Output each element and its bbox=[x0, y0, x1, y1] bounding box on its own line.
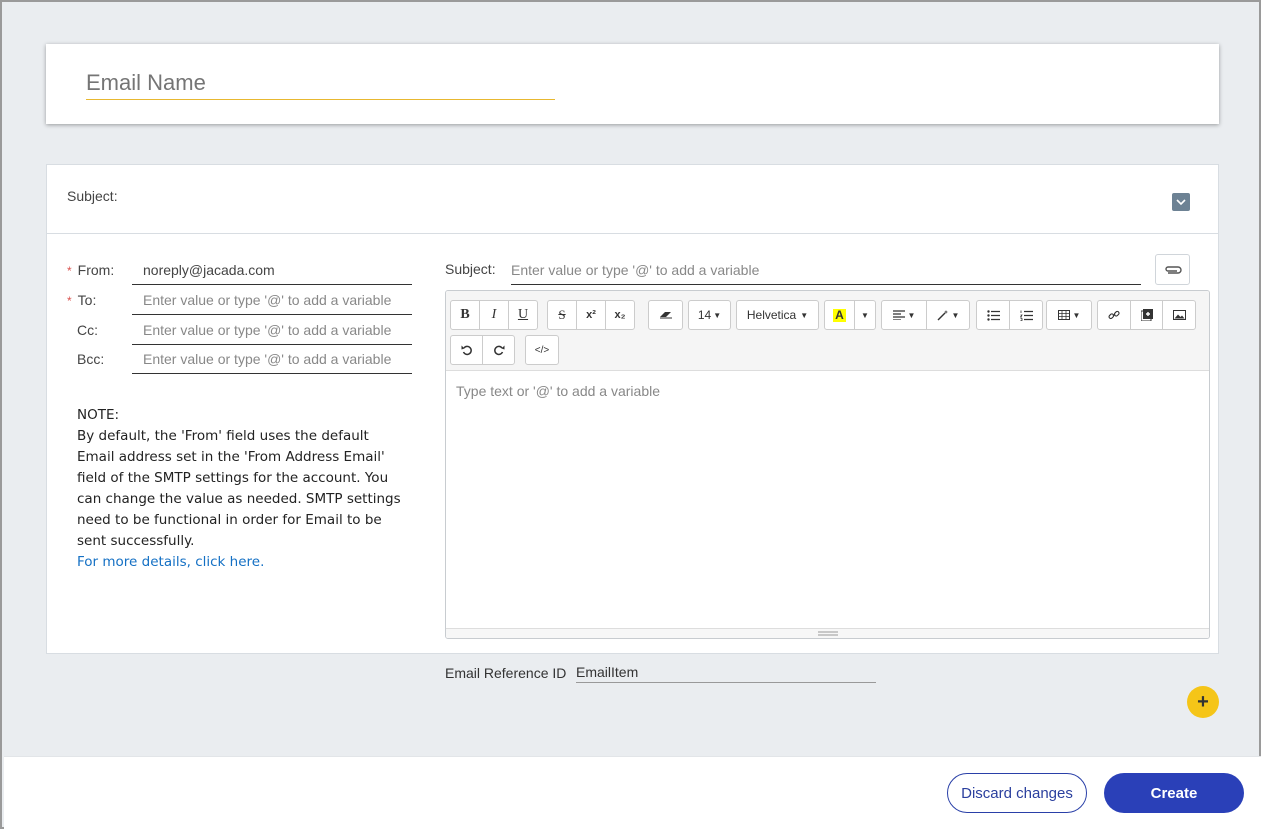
style-dropdown[interactable]: ▼ bbox=[926, 300, 970, 330]
highlight-color-button[interactable]: A bbox=[824, 300, 855, 330]
to-field[interactable] bbox=[132, 285, 412, 315]
reference-id-input[interactable] bbox=[576, 662, 876, 683]
font-size-group: 14 ▼ bbox=[688, 300, 731, 330]
email-editor-card: Subject: *From: *To: Cc: Bcc: NOTE: By d… bbox=[46, 164, 1219, 654]
subscript-button[interactable]: x₂ bbox=[605, 300, 635, 330]
editor-resize-handle[interactable] bbox=[446, 628, 1209, 638]
caret-down-icon: ▼ bbox=[907, 310, 916, 320]
bullet-list-icon bbox=[986, 309, 1000, 321]
cc-field[interactable] bbox=[132, 315, 412, 345]
app-frame: Subject: *From: *To: Cc: Bcc: NOTE: By d… bbox=[0, 0, 1261, 829]
required-marker: * bbox=[67, 294, 72, 308]
caret-down-icon: ▼ bbox=[861, 310, 869, 320]
history-group bbox=[450, 335, 515, 365]
caret-down-icon: ▼ bbox=[800, 310, 809, 320]
font-family-group: Helvetica ▼ bbox=[736, 300, 819, 330]
rich-text-editor: B I U S x² x₂ 14 ▼ Helvetica ▼ A ▼ ▼ ▼ ▼… bbox=[445, 290, 1210, 639]
link-icon bbox=[1108, 310, 1120, 320]
cc-label: Cc: bbox=[77, 322, 98, 338]
font-family-dropdown[interactable]: Helvetica ▼ bbox=[736, 300, 819, 330]
collapse-button[interactable] bbox=[1172, 193, 1190, 211]
code-view-button[interactable]: </> bbox=[525, 335, 559, 365]
table-icon bbox=[1057, 310, 1070, 320]
to-label: * To: bbox=[67, 292, 97, 308]
note-body: By default, the 'From' field uses the de… bbox=[77, 428, 401, 549]
grip-icon bbox=[817, 631, 838, 636]
subject-header-label: Subject: bbox=[67, 188, 118, 204]
from-row: * From: bbox=[67, 255, 412, 285]
insert-media-button[interactable] bbox=[1130, 300, 1163, 330]
bullet-list-button[interactable] bbox=[976, 300, 1010, 330]
email-name-input[interactable] bbox=[86, 66, 555, 100]
add-media-icon bbox=[1140, 309, 1153, 321]
table-dropdown[interactable]: ▼ bbox=[1046, 300, 1092, 330]
magic-wand-icon bbox=[937, 310, 948, 321]
note-title: NOTE: bbox=[77, 407, 120, 423]
insert-group bbox=[1097, 300, 1196, 330]
font-style-group: B I U bbox=[450, 300, 538, 330]
undo-button[interactable] bbox=[450, 335, 483, 365]
paperclip-icon bbox=[1164, 265, 1182, 274]
underline-button[interactable]: U bbox=[508, 300, 538, 330]
italic-button[interactable]: I bbox=[479, 300, 509, 330]
numbered-list-icon bbox=[1019, 310, 1033, 321]
bold-button[interactable]: B bbox=[450, 300, 480, 330]
bcc-field[interactable] bbox=[132, 344, 412, 374]
font-family-value: Helvetica bbox=[746, 308, 797, 322]
align-left-icon bbox=[892, 310, 905, 320]
insert-image-button[interactable] bbox=[1162, 300, 1196, 330]
undo-icon bbox=[461, 345, 472, 356]
list-group bbox=[976, 300, 1043, 330]
redo-button[interactable] bbox=[482, 335, 515, 365]
font-size-dropdown[interactable]: 14 ▼ bbox=[688, 300, 731, 330]
eraser-icon bbox=[659, 312, 672, 319]
add-button[interactable]: + bbox=[1187, 686, 1219, 718]
discard-changes-button[interactable]: Discard changes bbox=[947, 773, 1087, 813]
image-icon bbox=[1172, 310, 1186, 320]
chevron-down-icon bbox=[1176, 199, 1186, 206]
reference-id-label: Email Reference ID bbox=[445, 665, 567, 681]
editor-body-placeholder[interactable]: Type text or '@' to add a variable bbox=[456, 383, 660, 399]
email-name-card bbox=[46, 44, 1219, 124]
code-icon: </> bbox=[534, 344, 550, 356]
highlight-icon: A bbox=[833, 307, 846, 322]
color-dropdown-button[interactable]: ▼ bbox=[854, 300, 876, 330]
cc-row: Cc: bbox=[67, 315, 412, 345]
font-size-value: 14 bbox=[697, 308, 712, 322]
attach-button[interactable] bbox=[1155, 254, 1190, 285]
clear-format-group bbox=[648, 300, 683, 330]
bcc-label: Bcc: bbox=[77, 351, 105, 367]
more-details-link[interactable]: For more details, click here. bbox=[77, 552, 407, 573]
footer-bar: Discard changes Create bbox=[4, 756, 1261, 829]
align-dropdown[interactable]: ▼ bbox=[881, 300, 927, 330]
create-button[interactable]: Create bbox=[1104, 773, 1244, 813]
redo-icon bbox=[493, 345, 504, 356]
caret-down-icon: ▼ bbox=[713, 310, 722, 320]
table-group: ▼ bbox=[1046, 300, 1092, 330]
caret-down-icon: ▼ bbox=[951, 310, 960, 320]
link-button[interactable] bbox=[1097, 300, 1131, 330]
smtp-note: NOTE: By default, the 'From' field uses … bbox=[77, 405, 407, 573]
code-group: </> bbox=[525, 335, 559, 365]
caret-down-icon: ▼ bbox=[1072, 310, 1081, 320]
editor-subject-input[interactable] bbox=[511, 255, 1141, 285]
strikethrough-button[interactable]: S bbox=[547, 300, 577, 330]
script-group: S x² x₂ bbox=[547, 300, 635, 330]
color-group: A ▼ bbox=[824, 300, 876, 330]
from-label: * From: bbox=[67, 262, 115, 278]
from-field[interactable] bbox=[132, 255, 412, 285]
numbered-list-button[interactable] bbox=[1009, 300, 1043, 330]
editor-toolbar: B I U S x² x₂ 14 ▼ Helvetica ▼ A ▼ ▼ ▼ ▼… bbox=[446, 291, 1209, 371]
editor-subject-label: Subject: bbox=[445, 261, 496, 277]
superscript-button[interactable]: x² bbox=[576, 300, 606, 330]
subject-header-row: Subject: bbox=[47, 165, 1218, 234]
required-marker: * bbox=[67, 264, 72, 278]
eraser-button[interactable] bbox=[648, 300, 683, 330]
bcc-row: Bcc: bbox=[67, 344, 412, 374]
paragraph-group: ▼ ▼ bbox=[881, 300, 970, 330]
plus-icon: + bbox=[1197, 690, 1209, 713]
to-row: * To: bbox=[67, 285, 412, 315]
